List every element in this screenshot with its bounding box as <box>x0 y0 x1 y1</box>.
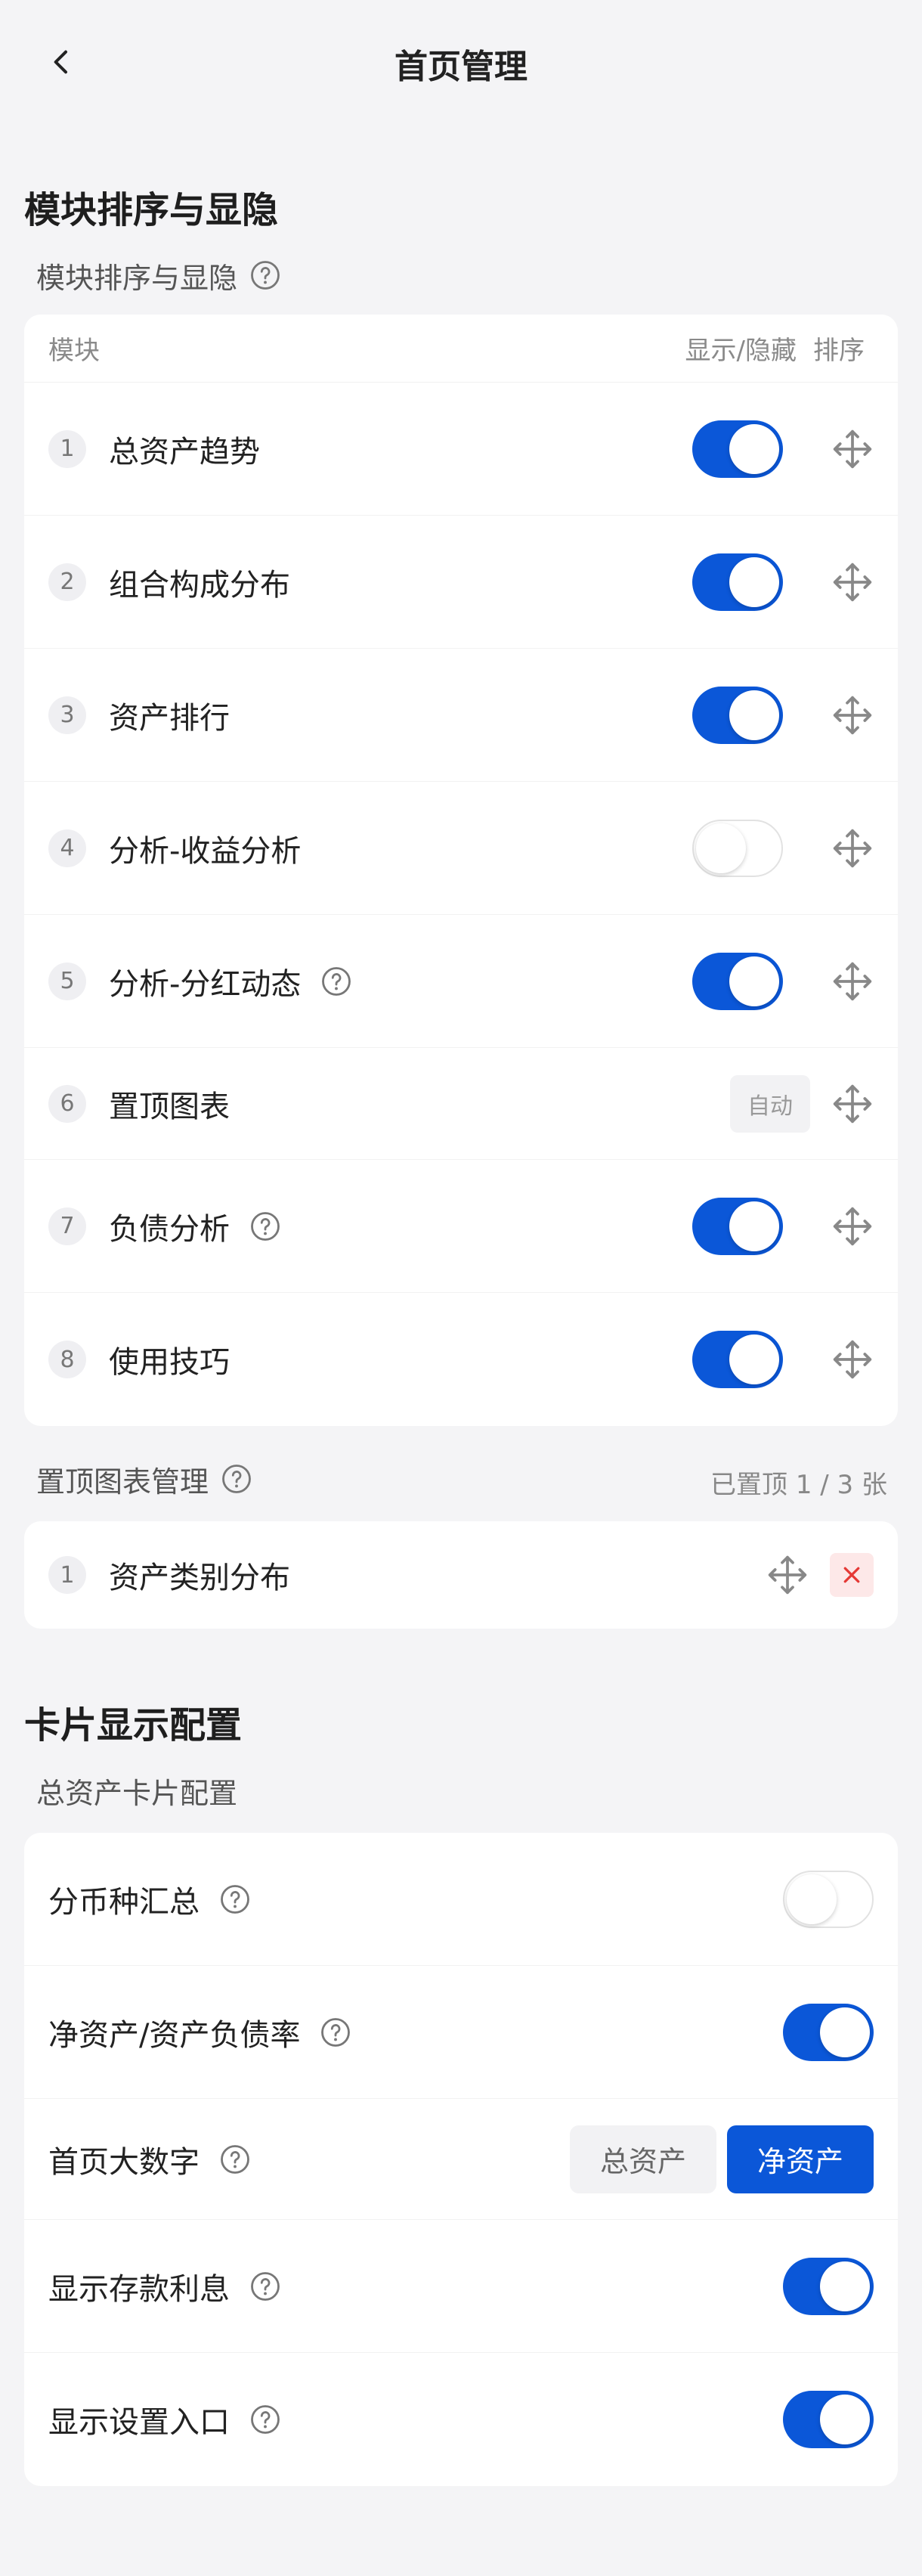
section-title-cards: 卡片显示配置 <box>24 1704 243 1747</box>
row-number: 4 <box>48 829 86 867</box>
config-toggle[interactable] <box>783 2257 874 2315</box>
modules-sub-label: 模块排序与显隐 <box>36 254 281 296</box>
row-number: 5 <box>48 962 86 1000</box>
module-row: 6 置顶图表 自动 <box>24 1048 898 1160</box>
pinned-card: 1 资产类别分布 <box>24 1521 898 1629</box>
visibility-toggle[interactable] <box>692 1197 783 1255</box>
big-number-segmented-control: 总资产 净资产 <box>569 2125 874 2193</box>
move-arrows-icon[interactable] <box>831 1338 874 1381</box>
row-number: 6 <box>48 1084 86 1123</box>
module-label: 使用技巧 <box>109 1345 230 1380</box>
question-circle-icon[interactable] <box>219 1883 251 1915</box>
visibility-toggle[interactable] <box>692 952 783 1010</box>
config-row: 净资产/资产负债率 <box>24 1966 898 2099</box>
module-label: 资产排行 <box>109 700 230 736</box>
visibility-toggle[interactable] <box>692 1331 783 1388</box>
config-label: 首页大数字 <box>48 2144 200 2180</box>
pinned-sub-label: 置顶图表管理 <box>36 1458 252 1500</box>
module-label: 分析-分红动态 <box>109 966 302 1002</box>
remove-pinned-button[interactable] <box>830 1553 874 1597</box>
visibility-toggle[interactable] <box>692 420 783 478</box>
module-row: 1 总资产趋势 <box>24 383 898 516</box>
pinned-sub-label-text: 置顶图表管理 <box>36 1465 209 1499</box>
module-row: 3 资产排行 <box>24 649 898 782</box>
cards-sub-label: 总资产卡片配置 <box>36 1776 238 1810</box>
modules-table-header: 模块 显示/隐藏 排序 <box>24 315 898 383</box>
config-toggle[interactable] <box>783 2003 874 2061</box>
move-arrows-icon[interactable] <box>831 960 874 1003</box>
option-net-assets[interactable]: 净资产 <box>726 2125 874 2193</box>
config-row: 显示存款利息 <box>24 2220 898 2353</box>
question-circle-icon[interactable] <box>249 1211 281 1242</box>
row-number: 3 <box>48 696 86 734</box>
move-arrows-icon[interactable] <box>831 1083 874 1125</box>
row-number: 2 <box>48 563 86 601</box>
move-arrows-icon[interactable] <box>831 1205 874 1248</box>
pinned-count: 已置顶 1 / 3 张 <box>710 1470 887 1500</box>
top-bar: 首页管理 <box>0 0 922 129</box>
config-toggle[interactable] <box>783 2391 874 2448</box>
question-circle-icon[interactable] <box>249 2271 281 2302</box>
config-label: 净资产/资产负债率 <box>48 2017 301 2053</box>
row-number: 8 <box>48 1341 86 1378</box>
config-row: 首页大数字 总资产 净资产 <box>24 2099 898 2220</box>
move-arrows-icon[interactable] <box>831 827 874 870</box>
module-row: 8 使用技巧 <box>24 1293 898 1426</box>
pinned-label: 资产类别分布 <box>109 1561 290 1595</box>
question-circle-icon[interactable] <box>219 2144 251 2175</box>
module-label: 总资产趋势 <box>109 434 260 470</box>
module-row: 2 组合构成分布 <box>24 516 898 649</box>
visibility-toggle[interactable] <box>692 553 783 611</box>
module-label: 组合构成分布 <box>109 567 290 603</box>
config-label: 分币种汇总 <box>48 1884 200 1920</box>
question-circle-icon[interactable] <box>249 259 281 291</box>
config-row: 分币种汇总 <box>24 1833 898 1966</box>
module-row: 7 负债分析 <box>24 1160 898 1293</box>
module-row: 5 分析-分红动态 <box>24 915 898 1048</box>
visibility-toggle[interactable] <box>692 819 783 877</box>
config-label: 显示设置入口 <box>48 2405 230 2440</box>
config-row: 显示设置入口 <box>24 2353 898 2486</box>
card-config-card: 分币种汇总 净资产/资产负债率 首页大数字 总资产 净资产 显示存款利息 显示设… <box>24 1833 898 2486</box>
visibility-toggle[interactable] <box>692 686 783 744</box>
row-number: 1 <box>48 1556 86 1594</box>
config-toggle[interactable] <box>783 1870 874 1928</box>
module-label: 置顶图表 <box>109 1089 230 1124</box>
modules-sub-label-text: 模块排序与显隐 <box>36 261 238 295</box>
move-arrows-icon[interactable] <box>831 428 874 470</box>
move-arrows-icon[interactable] <box>831 694 874 736</box>
move-arrows-icon[interactable] <box>766 1554 809 1596</box>
question-circle-icon[interactable] <box>320 966 352 997</box>
question-circle-icon[interactable] <box>320 2016 351 2048</box>
modules-card: 模块 显示/隐藏 排序 1 总资产趋势 2 组合构成分布 3 资产排行 4 分析… <box>24 315 898 1426</box>
module-label: 分析-收益分析 <box>109 833 302 869</box>
question-circle-icon[interactable] <box>221 1463 252 1495</box>
col-show-hide: 显示/隐藏 <box>685 336 797 366</box>
move-arrows-icon[interactable] <box>831 561 874 603</box>
section-title-modules: 模块排序与显隐 <box>24 189 279 231</box>
module-label: 负债分析 <box>109 1211 230 1247</box>
question-circle-icon[interactable] <box>249 2404 281 2435</box>
page-title: 首页管理 <box>394 48 528 86</box>
close-icon <box>843 1567 860 1583</box>
option-total-assets[interactable]: 总资产 <box>569 2125 716 2193</box>
col-sort: 排序 <box>813 336 865 366</box>
row-number: 7 <box>48 1207 86 1245</box>
auto-badge: 自动 <box>730 1074 810 1133</box>
module-row: 4 分析-收益分析 <box>24 782 898 915</box>
pinned-row: 1 资产类别分布 <box>24 1521 898 1629</box>
col-module: 模块 <box>48 336 100 366</box>
config-label: 显示存款利息 <box>48 2271 230 2307</box>
row-number: 1 <box>48 429 86 468</box>
